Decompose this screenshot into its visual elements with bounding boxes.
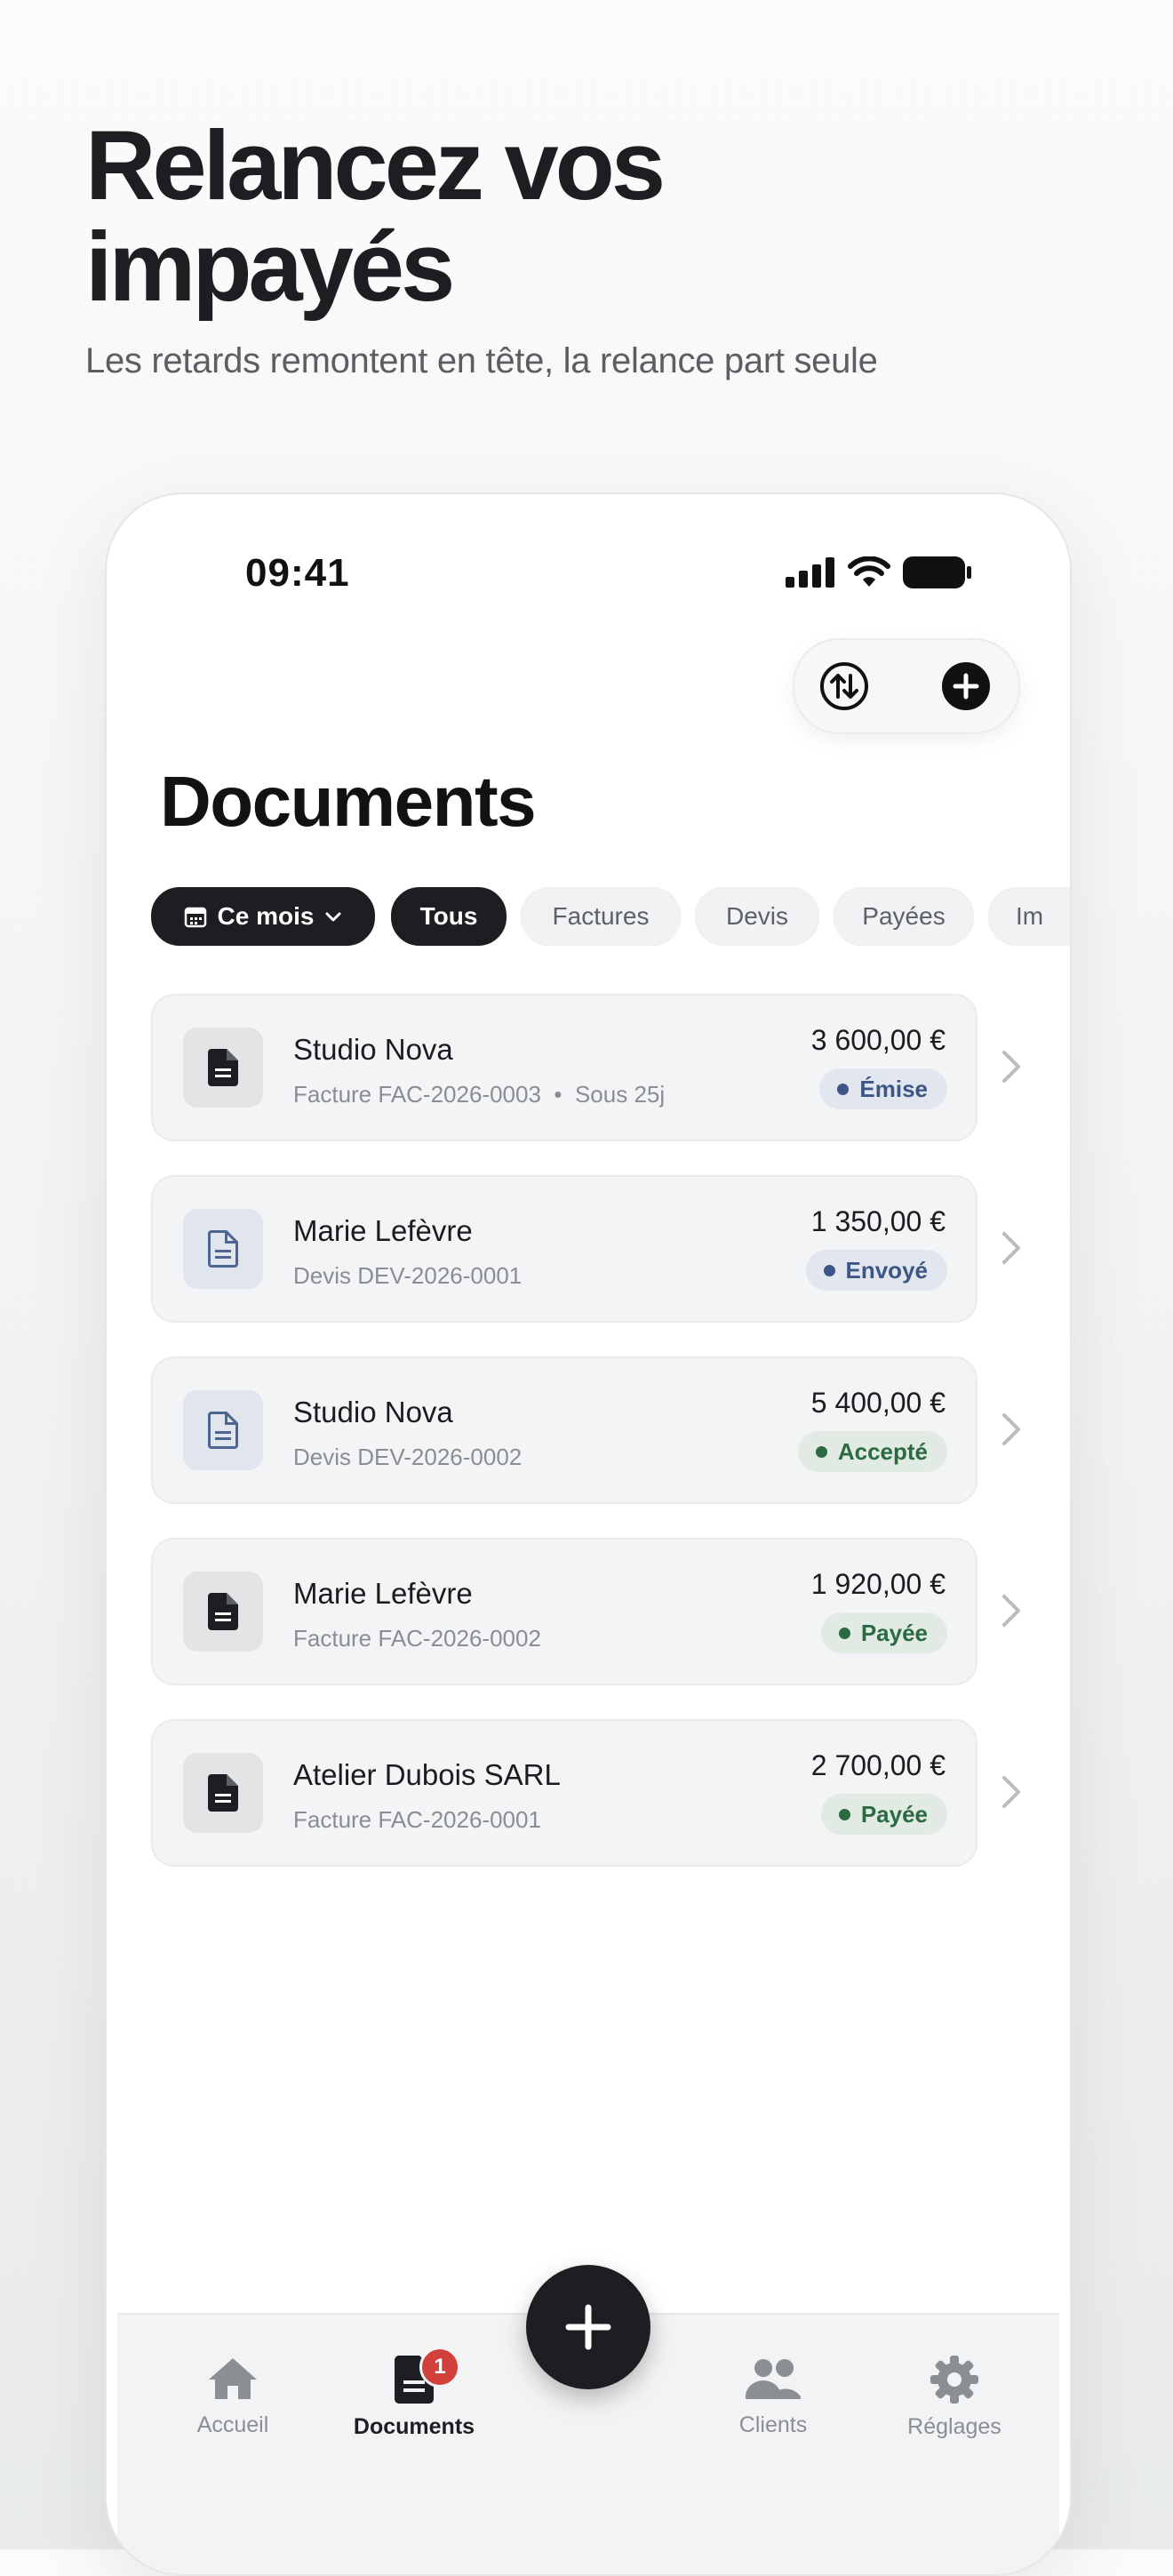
chip-factures[interactable]: Factures [521, 887, 681, 946]
hero-subtitle: Les retards remontent en tête, la relanc… [85, 341, 878, 380]
hero-title: Relancez vos impayés [85, 111, 666, 322]
invoice-icon [183, 1028, 263, 1108]
meta-separator: • [547, 1081, 569, 1108]
tab-documents[interactable]: 1 Documents [334, 2347, 494, 2440]
document-reference: Facture FAC-2026-0002 [293, 1625, 541, 1652]
notification-badge: 1 [419, 2347, 460, 2388]
document-reference: Devis DEV-2026-0001 [293, 1262, 523, 1289]
status-badge: Payée [820, 1612, 947, 1653]
document-reference: Facture FAC-2026-0003 [293, 1081, 541, 1108]
tab-label: Documents [353, 2414, 475, 2439]
document-reference: Devis DEV-2026-0002 [293, 1444, 523, 1470]
battery-icon [903, 556, 971, 588]
tab-label: Clients [738, 2412, 808, 2437]
status-badge: Payée [820, 1794, 947, 1835]
chip-impayees[interactable]: Im [988, 887, 1070, 946]
status-dot [823, 1264, 835, 1276]
calendar-icon [184, 907, 206, 928]
tab-clients[interactable]: Clients [693, 2356, 853, 2438]
status-badge: Émise [819, 1068, 947, 1109]
users-icon [746, 2359, 801, 2399]
document-card[interactable]: Studio Nova Devis DEV-2026-0002 5 400,00… [151, 1356, 978, 1504]
status-label: Accepté [837, 1437, 928, 1465]
chevron-right-icon[interactable] [999, 1774, 1024, 1810]
chevron-right-icon[interactable] [999, 1412, 1024, 1447]
document-card[interactable]: Marie Lefèvre Facture FAC-2026-0002 1 92… [151, 1538, 978, 1685]
status-badge: Accepté [797, 1431, 947, 1472]
document-reference: Facture FAC-2026-0001 [293, 1806, 541, 1833]
document-card[interactable]: Marie Lefèvre Devis DEV-2026-0001 1 350,… [151, 1175, 978, 1323]
status-label: Payée [860, 1800, 928, 1828]
status-dot [838, 1808, 850, 1820]
chip-devis[interactable]: Devis [695, 887, 819, 946]
document-amount: 1 920,00 € [810, 1568, 946, 1600]
status-dot [837, 1083, 850, 1095]
document-client: Marie Lefèvre [293, 1214, 473, 1247]
quote-icon [183, 1209, 263, 1289]
document-amount: 1 350,00 € [810, 1205, 946, 1237]
status-label: Envoyé [845, 1256, 929, 1284]
document-card[interactable]: Studio Nova Facture FAC-2026-0003 • Sous… [151, 994, 978, 1141]
tab-reglages[interactable]: Réglages [874, 2356, 1034, 2440]
period-filter-label: Ce mois [217, 902, 315, 930]
document-amount: 5 400,00 € [810, 1387, 946, 1419]
invoice-icon [183, 1753, 263, 1833]
chevron-right-icon[interactable] [999, 1593, 1024, 1628]
status-badge: Envoyé [805, 1250, 947, 1291]
chip-payees[interactable]: Payées [834, 887, 974, 946]
gear-icon [930, 2356, 978, 2404]
page-title: Documents [160, 762, 537, 841]
document-client: Marie Lefèvre [293, 1577, 473, 1610]
document-amount: 3 600,00 € [810, 1024, 946, 1056]
status-dot [815, 1445, 827, 1458]
chevron-right-icon[interactable] [999, 1049, 1024, 1084]
add-circle-icon[interactable] [941, 661, 991, 711]
chip-tous[interactable]: Tous [391, 887, 507, 946]
create-document-button[interactable] [526, 2265, 650, 2389]
document-due: Sous 25j [574, 1081, 666, 1108]
cellular-signal-icon [786, 557, 834, 588]
filter-chips: Ce mois Tous Factures Devis Payées Im [151, 887, 1070, 946]
document-client: Studio Nova [293, 1396, 453, 1428]
status-dot [838, 1627, 850, 1639]
plus-icon [565, 2304, 611, 2350]
chevron-down-icon [325, 912, 341, 922]
period-filter-button[interactable]: Ce mois [151, 887, 375, 946]
phone-frame: 09:41 Documents Ce mois Tous Factures De… [105, 492, 1072, 2576]
document-amount: 2 700,00 € [810, 1749, 946, 1781]
tab-label: Réglages [907, 2414, 1001, 2439]
status-icons [786, 556, 972, 588]
document-client: Studio Nova [293, 1033, 453, 1066]
document-client: Atelier Dubois SARL [293, 1758, 561, 1791]
home-icon [209, 2358, 257, 2399]
chevron-right-icon[interactable] [999, 1230, 1024, 1266]
tab-accueil[interactable]: Accueil [153, 2356, 313, 2438]
tab-label: Accueil [196, 2412, 269, 2437]
status-label: Émise [859, 1075, 928, 1102]
status-label: Payée [860, 1619, 928, 1646]
status-time: 09:41 [245, 551, 350, 595]
sort-icon[interactable] [819, 661, 869, 711]
invoice-icon [183, 1572, 263, 1652]
document-meta: Facture FAC-2026-0003 • Sous 25j [293, 1081, 665, 1108]
document-card[interactable]: Atelier Dubois SARL Facture FAC-2026-000… [151, 1719, 978, 1867]
wifi-icon [848, 556, 890, 587]
toolbar-actions [793, 638, 1020, 734]
quote-icon [183, 1390, 263, 1470]
